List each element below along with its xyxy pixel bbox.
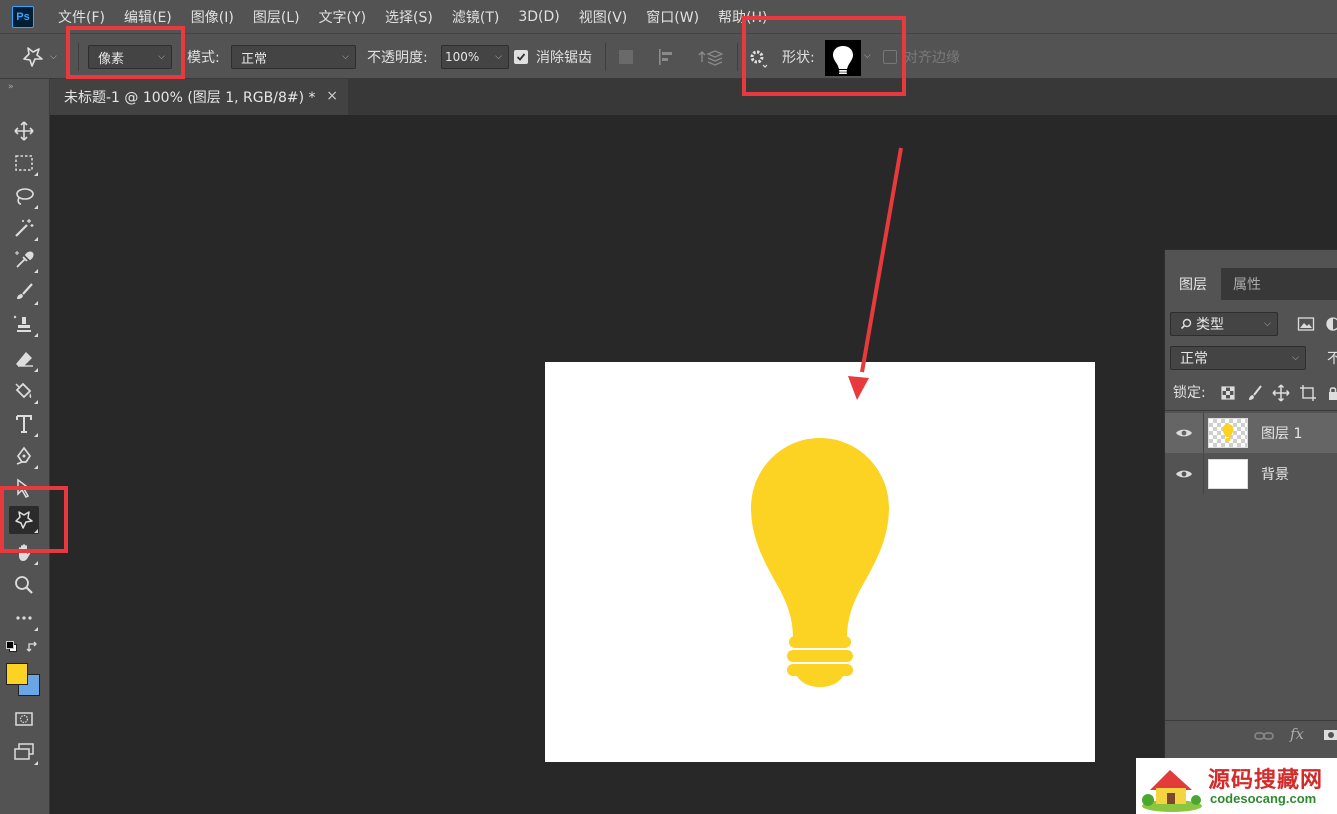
watermark: 源码搜藏网 codesocang.com [1136, 758, 1337, 814]
watermark-url: codesocang.com [1210, 791, 1317, 806]
house-logo-icon [1142, 770, 1202, 812]
annotation-arrow [848, 147, 903, 400]
watermark-title: 源码搜藏网 [1208, 768, 1324, 793]
